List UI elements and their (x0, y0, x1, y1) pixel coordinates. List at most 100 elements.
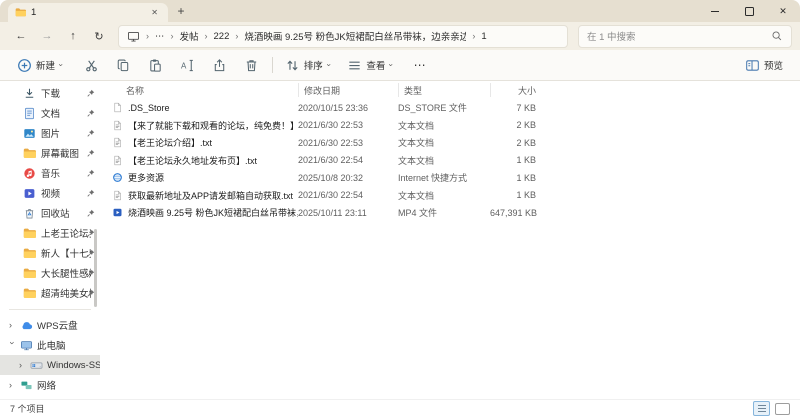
back-button[interactable]: ← (8, 25, 34, 47)
sidebar-item-documents[interactable]: 文档 (0, 103, 100, 123)
file-size: 1 KB (516, 155, 536, 166)
sidebar-item-label: Windows-SSD (47, 359, 100, 371)
chevron-expanded-icon[interactable]: › (8, 342, 18, 349)
new-tab-button[interactable]: + (168, 0, 194, 22)
sidebar-item-label: WPS云盘 (37, 321, 78, 332)
up-button[interactable]: ↑ (60, 25, 86, 47)
column-header-type[interactable]: 类型 (398, 83, 490, 97)
sidebar-item-label: 新人【十七岁 (41, 249, 91, 260)
refresh-button[interactable]: ↻ (86, 25, 112, 47)
close-button[interactable]: ✕ (766, 0, 800, 22)
chevron-right-icon[interactable]: › (9, 380, 16, 390)
preview-button[interactable]: 预览 (740, 53, 788, 77)
breadcrumb-item[interactable]: 222 (214, 31, 230, 42)
details-view-button[interactable] (753, 401, 770, 416)
share-icon (212, 58, 227, 73)
sort-arrows-icon (285, 58, 300, 73)
rename-button[interactable] (175, 53, 201, 77)
chevron-down-icon: › (386, 63, 396, 67)
sidebar-item-folder[interactable]: 上老王论坛当 (0, 223, 100, 243)
sidebar-item-folder[interactable]: 大长腿性感姗 (0, 263, 100, 283)
sidebar-item-wps-cloud[interactable]: › WPS云盘 (0, 315, 100, 335)
paste-button[interactable] (143, 53, 169, 77)
column-header-size[interactable]: 大小 (490, 83, 546, 97)
sidebar-item-screenshots[interactable]: 屏幕截图 (0, 143, 100, 163)
file-name: 获取最新地址及APP请发邮箱自动获取.txt (128, 190, 294, 201)
icons-view-button[interactable] (775, 402, 790, 415)
delete-button[interactable] (239, 53, 265, 77)
items-count: 7 个项目 (10, 404, 45, 414)
folder-icon (23, 267, 36, 280)
sidebar-item-label: 超清纯美女校 (41, 289, 91, 300)
sort-button[interactable]: 排序 › (280, 53, 335, 77)
folder-icon (23, 227, 36, 240)
pin-icon (87, 109, 95, 117)
sidebar-item-windows-ssd[interactable]: › Windows-SSD (0, 355, 100, 375)
chevron-right-icon: › (146, 31, 149, 41)
breadcrumb-item[interactable]: 发帖 (180, 29, 199, 43)
this-pc-icon (20, 339, 33, 352)
sidebar-item-this-pc[interactable]: › 此电脑 (0, 335, 100, 355)
copy-button[interactable] (111, 53, 137, 77)
new-button[interactable]: 新建 › (12, 53, 67, 77)
see-more-button[interactable]: ⋯ (407, 53, 433, 77)
pin-icon (87, 169, 95, 177)
sidebar-item-videos[interactable]: 视频 (0, 183, 100, 203)
sidebar-item-music[interactable]: 音乐 (0, 163, 100, 183)
file-size: 1 KB (516, 190, 536, 201)
file-row[interactable]: 【老王论坛介绍】.txt 2021/6/30 22:53 文本文档 2 KB (100, 134, 800, 152)
file-date: 2025/10/11 23:11 (298, 207, 367, 218)
downloads-icon (23, 87, 36, 100)
sidebar-item-downloads[interactable]: 下载 (0, 83, 100, 103)
file-size: 647,391 KB (490, 207, 538, 218)
column-header-name[interactable]: 名称 (112, 84, 298, 97)
chevron-right-icon[interactable]: › (9, 320, 16, 330)
file-row[interactable]: 获取最新地址及APP请发邮箱自动获取.txt 2021/6/30 22:54 文… (100, 187, 800, 205)
preview-pane-icon (745, 58, 760, 73)
new-button-label: 新建 (36, 61, 56, 72)
cut-button[interactable] (79, 53, 105, 77)
sidebar-item-network[interactable]: › 网络 (0, 375, 100, 395)
sidebar-item-folder[interactable]: 超清纯美女校 (0, 283, 100, 303)
file-row[interactable]: 【来了就能下载和观看的论坛，纯免费！】.txt 2021/6/30 22:53 … (100, 117, 800, 135)
close-tab-icon[interactable]: ✕ (148, 7, 161, 18)
chevron-down-icon: › (56, 63, 66, 67)
file-type: 文本文档 (398, 155, 435, 166)
breadcrumb-item[interactable]: 烧酒映画 9.25号 粉色JK短裙配白丝吊带袜，边亲亲边**爽死 (244, 29, 466, 43)
sidebar-item-folder[interactable]: 新人【十七岁 (0, 243, 100, 263)
sidebar-item-label: 图片 (41, 129, 61, 140)
breadcrumb-overflow[interactable]: ⋯ (155, 31, 165, 42)
sort-button-label: 排序 (303, 61, 323, 72)
search-input[interactable]: 在 1 中搜索 (578, 24, 792, 48)
network-icon (20, 379, 33, 392)
file-date: 2021/6/30 22:53 (298, 120, 364, 131)
share-button[interactable] (207, 53, 233, 77)
documents-icon (23, 107, 36, 120)
sidebar-scrollbar[interactable] (94, 229, 97, 307)
file-type: 文本文档 (398, 120, 435, 131)
tab-folder-1[interactable]: 1 ✕ (8, 3, 168, 22)
folder-icon (23, 147, 36, 160)
chevron-right-icon: › (204, 31, 208, 41)
forward-button[interactable]: → (34, 25, 60, 47)
column-header-date[interactable]: 修改日期 (298, 83, 398, 97)
sidebar-item-recycle-bin[interactable]: 回收站 (0, 203, 100, 223)
chevron-right-icon[interactable]: › (19, 360, 26, 370)
pin-icon (87, 189, 95, 197)
copy-icon (116, 58, 131, 73)
file-row[interactable]: 烧酒映画 9.25号 粉色JK短裙配白丝吊带袜，边... 2025/10/11 … (100, 204, 800, 222)
maximize-button[interactable] (732, 0, 766, 22)
videos-icon (23, 187, 36, 200)
view-toggles (753, 401, 790, 416)
minimize-button[interactable] (698, 0, 732, 22)
file-row[interactable]: 更多资源 2025/10/8 20:32 Internet 快捷方式 1 KB (100, 169, 800, 187)
breadcrumb[interactable]: › ⋯ › 发帖 › 222 › 烧酒映画 9.25号 粉色JK短裙配白丝吊带袜… (118, 24, 568, 48)
sidebar-item-pictures[interactable]: 图片 (0, 123, 100, 143)
file-size: 7 KB (516, 102, 536, 113)
file-row[interactable]: 【老王论坛永久地址发布页】.txt 2021/6/30 22:54 文本文档 1… (100, 152, 800, 170)
view-button[interactable]: 查看 › (342, 53, 397, 77)
sidebar-item-label: 文档 (41, 109, 61, 120)
breadcrumb-item[interactable]: 1 (481, 31, 486, 42)
file-row[interactable]: .DS_Store 2020/10/15 23:36 DS_STORE 文件 7… (100, 99, 800, 117)
tab-title: 1 (31, 7, 37, 18)
